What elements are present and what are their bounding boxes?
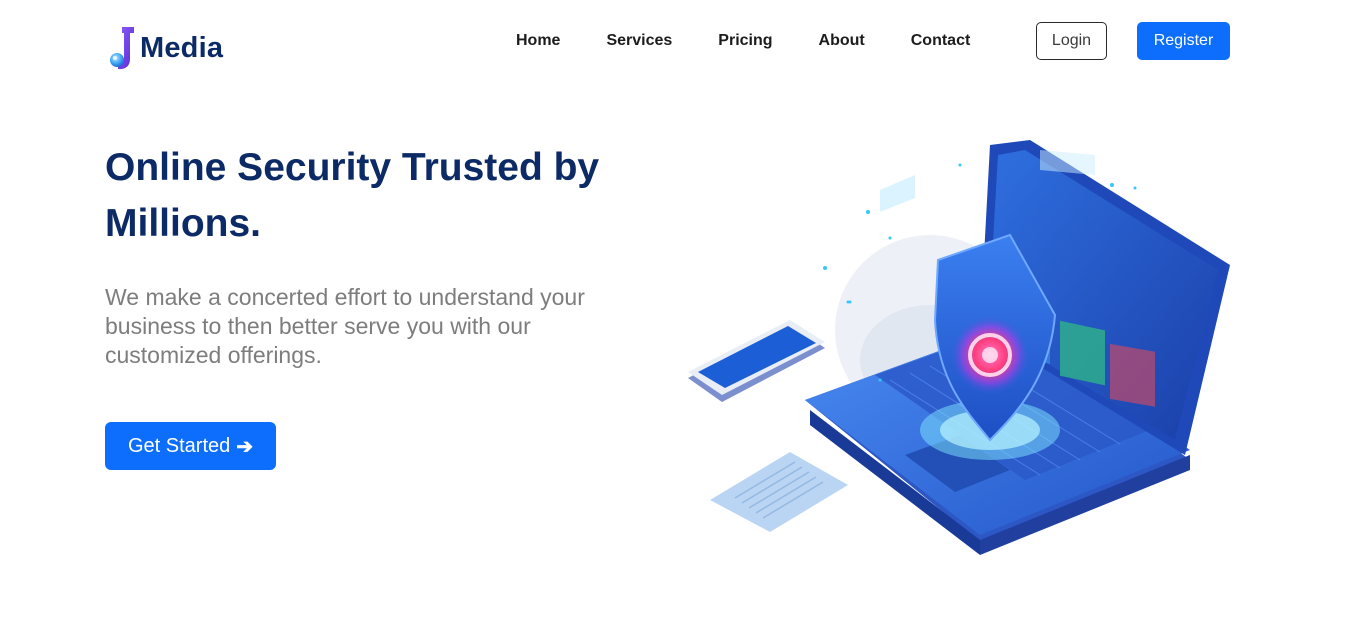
login-button[interactable]: Login [1036,22,1107,60]
get-started-button[interactable]: Get Started ➔ [105,422,276,470]
security-illustration [680,130,1240,570]
register-button[interactable]: Register [1137,22,1230,60]
arrow-right-icon: ➔ [236,435,254,458]
nav-contact[interactable]: Contact [911,32,971,50]
nav-about[interactable]: About [819,32,865,50]
brand-logo[interactable]: Media [108,24,223,72]
nav-home[interactable]: Home [516,32,560,50]
document-illustration [710,452,848,532]
phone-illustration [688,320,825,402]
hero-title: Online Security Trusted by Millions. [105,146,600,245]
nav-services[interactable]: Services [606,32,672,50]
j-logo-icon [108,25,138,71]
get-started-label: Get Started [127,434,231,457]
main-nav: Home Services Pricing About Contact [493,22,993,60]
brand-name: Media [140,31,224,64]
hero-description: We make a concerted effort to understand… [105,284,585,368]
nav-pricing[interactable]: Pricing [718,32,772,50]
